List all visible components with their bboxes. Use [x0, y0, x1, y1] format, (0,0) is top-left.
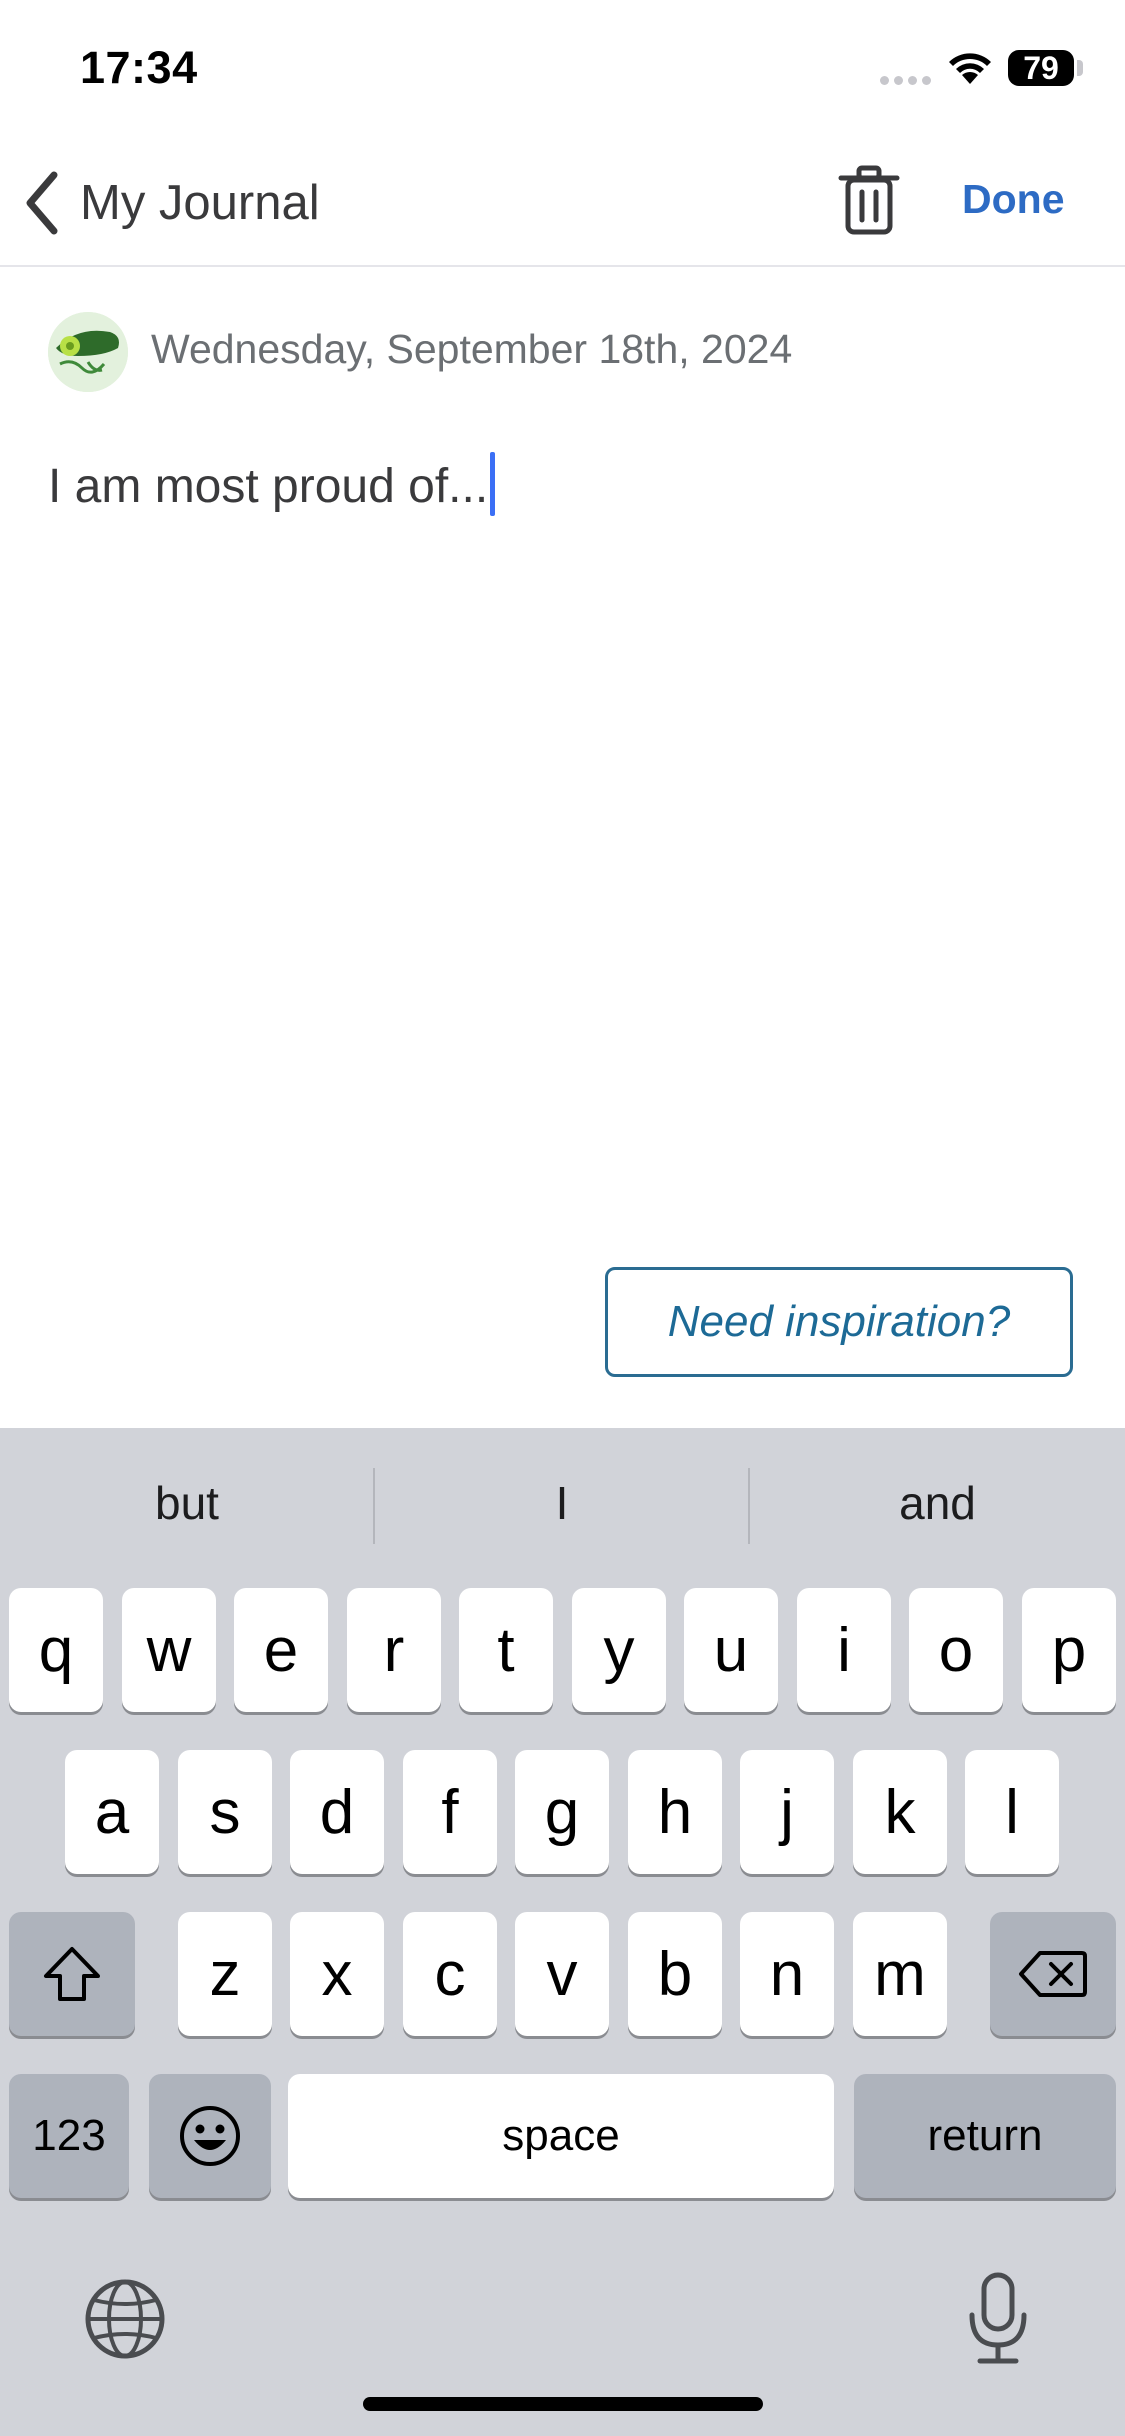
- key-n[interactable]: n: [740, 1912, 834, 2036]
- journal-avatar: [48, 312, 128, 392]
- key-l[interactable]: l: [965, 1750, 1059, 1874]
- key-o[interactable]: o: [909, 1588, 1003, 1712]
- backspace-icon: [1019, 1951, 1087, 1997]
- gecko-illustration-icon: [48, 312, 128, 392]
- key-c[interactable]: c: [403, 1912, 497, 2036]
- numbers-key[interactable]: 123: [9, 2074, 129, 2198]
- need-inspiration-button[interactable]: Need inspiration?: [605, 1267, 1073, 1377]
- wifi-icon: [949, 53, 991, 84]
- keyboard: but I and q w e r t y u i o p a s d f g …: [0, 1428, 1125, 2436]
- trash-icon[interactable]: [838, 164, 900, 236]
- key-y[interactable]: y: [572, 1588, 666, 1712]
- suggestion-i[interactable]: I: [375, 1428, 749, 1578]
- home-indicator[interactable]: [363, 2397, 763, 2411]
- status-time: 17:34: [80, 42, 198, 93]
- shift-arrow-icon: [44, 1947, 100, 2001]
- battery-tip: [1077, 60, 1083, 76]
- back-label: My Journal: [80, 176, 320, 230]
- key-f[interactable]: f: [403, 1750, 497, 1874]
- battery-icon: 79: [1008, 50, 1074, 86]
- key-i[interactable]: i: [797, 1588, 891, 1712]
- key-x[interactable]: x: [290, 1912, 384, 2036]
- key-z[interactable]: z: [178, 1912, 272, 2036]
- text-cursor: [490, 452, 496, 516]
- key-h[interactable]: h: [628, 1750, 722, 1874]
- space-key[interactable]: space: [288, 2074, 834, 2198]
- journal-text-area[interactable]: I am most proud of...: [48, 452, 496, 516]
- key-d[interactable]: d: [290, 1750, 384, 1874]
- key-g[interactable]: g: [515, 1750, 609, 1874]
- key-a[interactable]: a: [65, 1750, 159, 1874]
- key-j[interactable]: j: [740, 1750, 834, 1874]
- return-key[interactable]: return: [854, 2074, 1116, 2198]
- key-u[interactable]: u: [684, 1588, 778, 1712]
- suggestion-but[interactable]: but: [0, 1428, 374, 1578]
- chevron-left-icon: [26, 171, 58, 235]
- back-button[interactable]: My Journal: [22, 168, 320, 238]
- navigation-bar: My Journal Done: [0, 140, 1125, 267]
- key-w[interactable]: w: [122, 1588, 216, 1712]
- status-bar: 17:34 79: [0, 0, 1125, 140]
- key-s[interactable]: s: [178, 1750, 272, 1874]
- cellular-signal-icon: [880, 72, 936, 90]
- done-button[interactable]: Done: [962, 176, 1065, 223]
- microphone-icon[interactable]: [966, 2271, 1030, 2367]
- predictive-text-bar: but I and: [0, 1428, 1125, 1578]
- key-e[interactable]: e: [234, 1588, 328, 1712]
- key-p[interactable]: p: [1022, 1588, 1116, 1712]
- emoji-icon: [180, 2106, 240, 2166]
- key-q[interactable]: q: [9, 1588, 103, 1712]
- entry-text: I am most proud of...: [48, 460, 489, 513]
- shift-key[interactable]: [9, 1912, 135, 2036]
- entry-date: Wednesday, September 18th, 2024: [151, 326, 793, 372]
- key-t[interactable]: t: [459, 1588, 553, 1712]
- key-v[interactable]: v: [515, 1912, 609, 2036]
- emoji-key[interactable]: [149, 2074, 271, 2198]
- globe-icon[interactable]: [84, 2278, 166, 2360]
- suggestion-and[interactable]: and: [750, 1428, 1125, 1578]
- key-r[interactable]: r: [347, 1588, 441, 1712]
- delete-key[interactable]: [990, 1912, 1116, 2036]
- key-k[interactable]: k: [853, 1750, 947, 1874]
- key-m[interactable]: m: [853, 1912, 947, 2036]
- key-b[interactable]: b: [628, 1912, 722, 2036]
